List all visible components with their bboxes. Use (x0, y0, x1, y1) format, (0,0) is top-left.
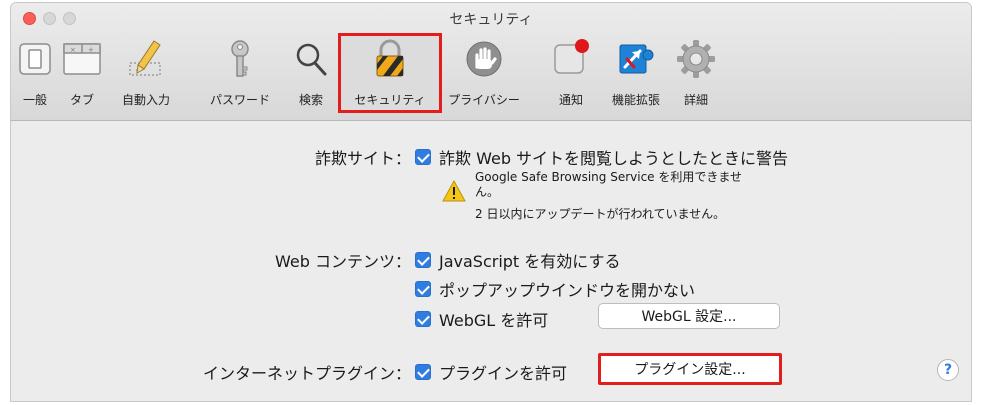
allow-plugins-checkbox[interactable] (415, 364, 431, 380)
tab-notifications[interactable]: 通知 (549, 31, 593, 117)
tab-extensions-label: 機能拡張 (611, 93, 660, 107)
tab-passwords-label: パスワード (209, 93, 270, 107)
tab-advanced-label: 詳細 (683, 93, 708, 107)
warning-text-line-2: ん。 (475, 185, 500, 199)
tab-general[interactable]: 一般 (15, 31, 55, 117)
javascript-row[interactable]: JavaScript を有効にする (415, 248, 620, 272)
allow-plugins-row[interactable]: プラグインを許可 (415, 360, 567, 384)
tab-tabs[interactable]: × + タブ (57, 31, 107, 117)
svg-text:+: + (88, 46, 94, 54)
allow-plugins-checkbox-label: プラグインを許可 (439, 364, 568, 383)
fraud-warning-checkbox[interactable] (415, 149, 431, 165)
plugins-section-label: インターネットプラグイン： (202, 364, 411, 383)
web-content-section-label: Web コンテンツ： (275, 252, 411, 271)
tab-security-label: セキュリティ (354, 93, 426, 107)
window-title: セキュリティ (449, 12, 533, 28)
safari-preferences-window: セキュリティ 一般 × + タブ 自動入力 パスワード 検索 セキュリティ プラ… (10, 2, 972, 402)
webgl-row[interactable]: WebGL を許可 (415, 307, 548, 331)
key-icon (231, 40, 249, 77)
tab-security[interactable]: セキュリティ (338, 31, 442, 117)
warning-text-line-1: Google Safe Browsing Service を利用できませ (475, 170, 743, 184)
security-pane: 詐欺サイト： 詐欺 Web サイトを閲覧しようとしたときに警告 Google S… (11, 121, 971, 401)
webgl-checkbox-label: WebGL を許可 (439, 311, 549, 330)
title-bar: セキュリティ 一般 × + タブ 自動入力 パスワード 検索 セキュリティ プラ… (11, 3, 971, 121)
tab-privacy[interactable]: プライバシー (444, 31, 524, 117)
javascript-checkbox[interactable] (415, 252, 431, 268)
tab-advanced[interactable]: 詳細 (676, 31, 716, 117)
javascript-checkbox-label: JavaScript を有効にする (439, 252, 621, 271)
tab-search[interactable]: 検索 (291, 31, 331, 117)
preferences-toolbar: 一般 × + タブ 自動入力 パスワード 検索 セキュリティ プライバシー 通知… (11, 31, 971, 117)
gear-icon (677, 40, 715, 78)
warning-icon (442, 180, 466, 202)
tab-autofill-label: 自動入力 (121, 93, 170, 107)
tab-privacy-label: プライバシー (448, 93, 520, 107)
fraud-warning-row[interactable]: 詐欺 Web サイトを閲覧しようとしたときに警告 (415, 145, 788, 169)
magnifier-icon (296, 43, 327, 76)
webgl-settings-button[interactable]: WebGL 設定... (598, 303, 780, 329)
tab-extensions[interactable]: 機能拡張 (604, 31, 668, 117)
puzzle-icon (619, 44, 654, 74)
fraud-warning-checkbox-label: 詐欺 Web サイトを閲覧しようとしたときに警告 (439, 149, 789, 168)
tab-passwords[interactable]: パスワード (200, 31, 280, 117)
notification-badge-icon (554, 39, 589, 74)
general-switch-icon (19, 43, 51, 75)
pencil-icon (129, 40, 161, 76)
tab-notifications-label: 通知 (558, 93, 583, 107)
block-popups-checkbox[interactable] (415, 281, 431, 297)
block-popups-checkbox-label: ポップアップウインドウを開かない (439, 281, 696, 300)
plugin-settings-button[interactable]: プラグイン設定... (598, 353, 782, 385)
svg-text:×: × (70, 46, 76, 54)
tab-search-label: 検索 (298, 93, 323, 107)
tabs-icon: × + (63, 43, 101, 75)
tab-general-label: 一般 (22, 93, 47, 107)
warning-text-line-3: 2 日以内にアップデートが行われていません。 (475, 207, 726, 221)
lock-icon (376, 39, 404, 77)
hand-icon (466, 41, 502, 77)
webgl-checkbox[interactable] (415, 311, 431, 327)
block-popups-row[interactable]: ポップアップウインドウを開かない (415, 277, 695, 301)
help-button[interactable]: ? (937, 359, 959, 381)
fraud-section-label: 詐欺サイト： (314, 149, 411, 168)
tab-autofill[interactable]: 自動入力 (114, 31, 178, 117)
tab-tabs-label: タブ (69, 93, 94, 107)
